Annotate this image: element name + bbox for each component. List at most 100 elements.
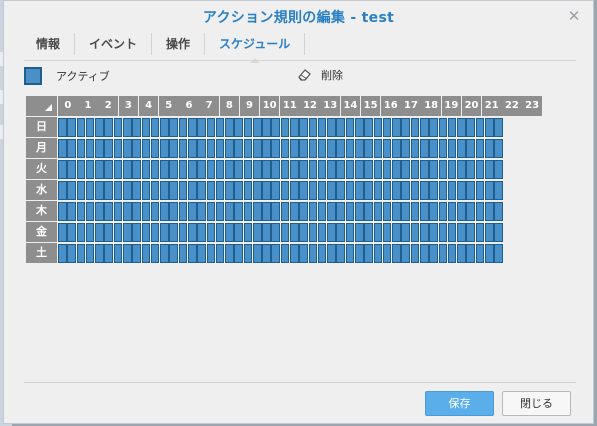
schedule-slot[interactable] <box>76 222 86 242</box>
schedule-slot[interactable] <box>122 222 132 242</box>
tab-action[interactable]: 操作 <box>152 33 206 55</box>
hour-header-1[interactable]: 1 <box>78 96 98 116</box>
schedule-slot[interactable] <box>280 159 290 179</box>
schedule-slot[interactable] <box>197 159 206 179</box>
schedule-slot[interactable] <box>67 201 76 221</box>
schedule-slot[interactable] <box>169 138 178 158</box>
schedule-slot[interactable] <box>122 243 132 263</box>
schedule-slot[interactable] <box>160 159 169 179</box>
schedule-slot[interactable] <box>355 222 364 242</box>
schedule-slot[interactable] <box>290 180 299 200</box>
schedule-slot[interactable] <box>58 243 67 263</box>
schedule-slot[interactable] <box>494 159 503 179</box>
schedule-slot[interactable] <box>252 117 262 137</box>
hour-header-22[interactable]: 22 <box>502 96 522 116</box>
schedule-slot[interactable] <box>141 117 151 137</box>
schedule-slot[interactable] <box>410 117 420 137</box>
schedule-slot[interactable] <box>373 222 383 242</box>
schedule-slot[interactable] <box>327 180 336 200</box>
schedule-slot[interactable] <box>494 222 503 242</box>
schedule-slot[interactable] <box>336 117 346 137</box>
schedule-slot[interactable] <box>392 201 401 221</box>
schedule-slot[interactable] <box>150 222 160 242</box>
schedule-slot[interactable] <box>262 117 271 137</box>
schedule-slot[interactable] <box>410 222 420 242</box>
schedule-slot[interactable] <box>364 159 373 179</box>
hour-header-9[interactable]: 9 <box>239 96 260 116</box>
schedule-slot[interactable] <box>355 117 364 137</box>
schedule-slot[interactable] <box>392 117 401 137</box>
hour-header-2[interactable]: 2 <box>98 96 118 116</box>
schedule-slot[interactable] <box>187 159 197 179</box>
schedule-slot[interactable] <box>373 180 383 200</box>
schedule-slot[interactable] <box>234 117 243 137</box>
schedule-slot[interactable] <box>132 243 141 263</box>
schedule-slot[interactable] <box>290 222 299 242</box>
schedule-slot[interactable] <box>401 117 410 137</box>
schedule-slot[interactable] <box>141 201 151 221</box>
schedule-slot[interactable] <box>234 201 243 221</box>
schedule-slot[interactable] <box>355 159 364 179</box>
schedule-slot[interactable] <box>457 138 466 158</box>
schedule-slot[interactable] <box>122 159 132 179</box>
schedule-slot[interactable] <box>419 117 429 137</box>
schedule-slot[interactable] <box>225 222 234 242</box>
schedule-slot[interactable] <box>262 201 271 221</box>
schedule-slot[interactable] <box>225 201 234 221</box>
schedule-slot[interactable] <box>475 117 485 137</box>
day-header[interactable]: 月 <box>26 138 57 158</box>
schedule-slot[interactable] <box>290 243 299 263</box>
close-icon[interactable]: ✕ <box>567 9 581 24</box>
hour-header-13[interactable]: 13 <box>320 96 341 116</box>
schedule-slot[interactable] <box>364 243 373 263</box>
schedule-slot[interactable] <box>76 159 86 179</box>
schedule-slot[interactable] <box>457 159 466 179</box>
schedule-slot[interactable] <box>215 222 225 242</box>
schedule-slot[interactable] <box>382 180 392 200</box>
schedule-slot[interactable] <box>308 117 318 137</box>
schedule-slot[interactable] <box>187 180 197 200</box>
schedule-slot[interactable] <box>58 117 67 137</box>
schedule-slot[interactable] <box>308 222 318 242</box>
schedule-slot[interactable] <box>122 180 132 200</box>
schedule-slot[interactable] <box>410 180 420 200</box>
schedule-slot[interactable] <box>429 243 438 263</box>
schedule-slot[interactable] <box>355 180 364 200</box>
close-button[interactable]: 閉じる <box>502 391 571 416</box>
schedule-slot[interactable] <box>234 222 243 242</box>
hour-header-15[interactable]: 15 <box>360 96 381 116</box>
schedule-slot[interactable] <box>457 117 466 137</box>
schedule-slot[interactable] <box>225 117 234 137</box>
schedule-slot[interactable] <box>58 201 67 221</box>
schedule-slot[interactable] <box>113 243 123 263</box>
schedule-slot[interactable] <box>494 138 503 158</box>
schedule-slot[interactable] <box>429 159 438 179</box>
schedule-slot[interactable] <box>85 222 95 242</box>
schedule-slot[interactable] <box>308 201 318 221</box>
schedule-slot[interactable] <box>178 180 188 200</box>
schedule-slot[interactable] <box>457 222 466 242</box>
schedule-slot[interactable] <box>132 159 141 179</box>
schedule-slot[interactable] <box>280 243 290 263</box>
schedule-slot[interactable] <box>336 222 346 242</box>
schedule-slot[interactable] <box>95 243 104 263</box>
schedule-slot[interactable] <box>58 159 67 179</box>
schedule-slot[interactable] <box>327 222 336 242</box>
schedule-slot[interactable] <box>141 180 151 200</box>
hour-header-18[interactable]: 18 <box>421 96 441 116</box>
schedule-slot[interactable] <box>234 159 243 179</box>
schedule-slot[interactable] <box>382 138 392 158</box>
schedule-slot[interactable] <box>95 117 104 137</box>
schedule-slot[interactable] <box>243 222 253 242</box>
schedule-slot[interactable] <box>364 180 373 200</box>
schedule-slot[interactable] <box>447 138 457 158</box>
select-all-corner[interactable] <box>26 96 57 116</box>
schedule-slot[interactable] <box>178 222 188 242</box>
schedule-slot[interactable] <box>392 138 401 158</box>
schedule-slot[interactable] <box>327 243 336 263</box>
schedule-slot[interactable] <box>466 201 475 221</box>
schedule-slot[interactable] <box>271 159 281 179</box>
schedule-slot[interactable] <box>299 159 308 179</box>
schedule-slot[interactable] <box>447 159 457 179</box>
hour-header-3[interactable]: 3 <box>118 96 139 116</box>
